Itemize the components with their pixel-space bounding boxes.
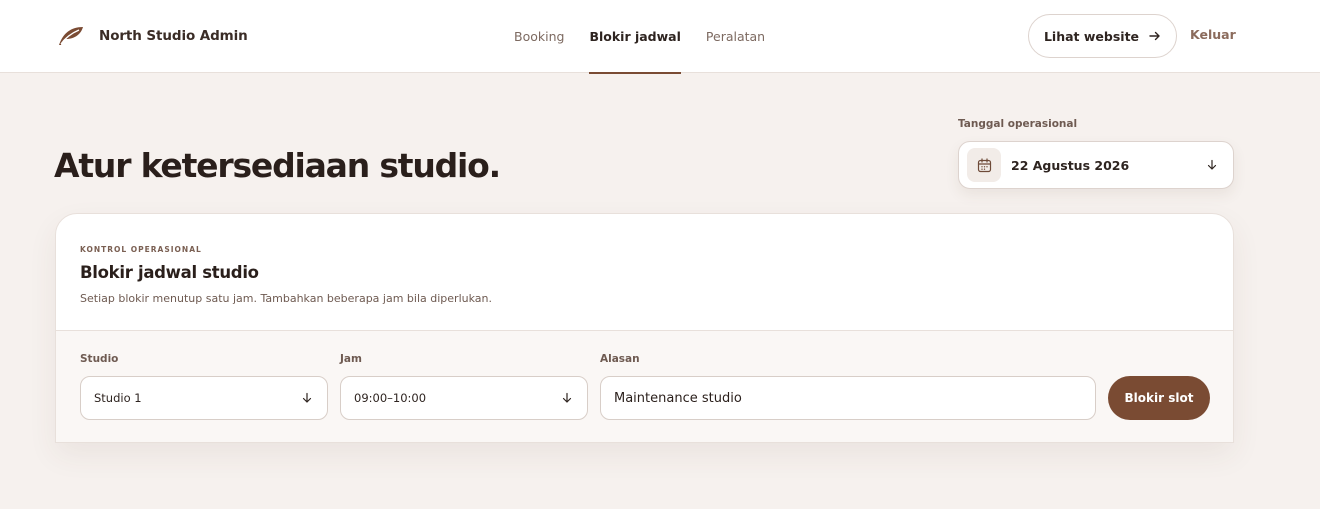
studio-select[interactable]: Studio 1 xyxy=(80,376,328,420)
card-title: Blokir jadwal studio xyxy=(80,263,259,282)
brand-name: North Studio Admin xyxy=(99,28,248,44)
card-header: KONTROL OPERASIONAL Blokir jadwal studio… xyxy=(56,214,1233,330)
time-select-value: 09:00–10:00 xyxy=(354,391,427,405)
nav-item-peralatan[interactable]: Peralatan xyxy=(706,0,765,73)
view-website-label: Lihat website xyxy=(1043,28,1140,44)
arrow-right-icon xyxy=(1149,31,1160,41)
chevron-down-icon xyxy=(562,392,572,403)
nav-item-blokir-jadwal[interactable]: Blokir jadwal xyxy=(589,0,682,74)
date-picker-label: Tanggal operasional xyxy=(958,118,1078,130)
leaf-logo-icon xyxy=(59,27,83,45)
main-nav: Booking Blokir jadwal Peralatan xyxy=(514,0,790,74)
nav-item-booking[interactable]: Booking xyxy=(514,0,564,73)
studio-select-value: Studio 1 xyxy=(94,391,142,405)
top-navigation-bar: North Studio Admin Booking Blokir jadwal… xyxy=(0,0,1320,74)
view-website-button[interactable]: Lihat website xyxy=(1028,14,1177,58)
block-slot-button[interactable]: Blokir slot xyxy=(1108,376,1210,420)
chevron-down-icon xyxy=(302,392,312,403)
block-schedule-card: KONTROL OPERASIONAL Blokir jadwal studio… xyxy=(55,213,1234,443)
chevron-down-icon xyxy=(1207,159,1217,170)
reason-input[interactable] xyxy=(600,376,1096,420)
operational-date-picker[interactable]: 22 Agustus 2026 xyxy=(958,141,1234,189)
calendar-icon xyxy=(977,157,991,172)
logout-link[interactable]: Keluar xyxy=(1190,27,1236,42)
card-eyebrow: KONTROL OPERASIONAL xyxy=(80,245,202,254)
studio-label: Studio xyxy=(80,353,119,365)
time-label: Jam xyxy=(340,353,362,365)
time-select[interactable]: 09:00–10:00 xyxy=(340,376,588,420)
calendar-icon-wrap xyxy=(967,148,1001,182)
block-form: Studio Studio 1 Jam 09:00–10:00 Alasan B… xyxy=(56,330,1233,442)
page-title: Atur ketersediaan studio. xyxy=(54,146,501,185)
card-subtitle: Setiap blokir menutup satu jam. Tambahka… xyxy=(80,292,492,305)
date-picker-value: 22 Agustus 2026 xyxy=(1011,157,1130,173)
reason-label: Alasan xyxy=(600,353,640,365)
brand[interactable]: North Studio Admin xyxy=(57,24,248,48)
